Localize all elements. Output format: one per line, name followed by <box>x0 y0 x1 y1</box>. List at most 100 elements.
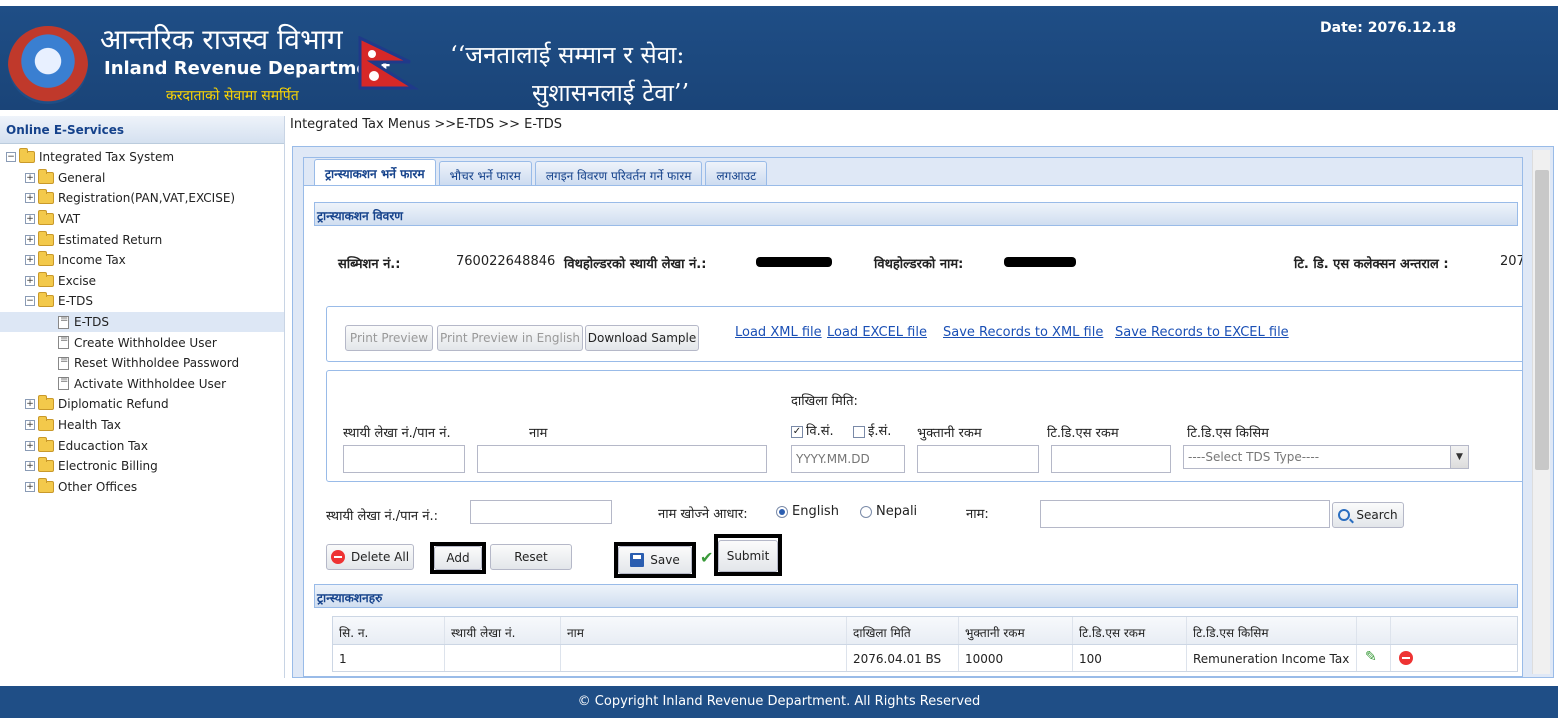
col-tds-amount[interactable]: टि.डि.एस रकम <box>1073 617 1187 644</box>
payment-input[interactable] <box>917 445 1039 473</box>
sidebar-item-label: General <box>58 170 106 185</box>
sidebar-item-etds[interactable]: E-TDS <box>0 311 284 333</box>
col-name[interactable]: नाम <box>561 617 847 644</box>
delete-row-icon[interactable] <box>1391 645 1425 671</box>
tab-transaction-form[interactable]: ट्रान्स्याकशन भर्ने फारम <box>314 159 436 185</box>
sidebar-item-etds-group[interactable]: − E-TDS <box>0 291 284 312</box>
current-date: Date: 2076.12.18 <box>1320 20 1457 36</box>
search-pan-label: स्थायी लेखा नं./पान नं.: <box>326 509 439 524</box>
folder-icon <box>38 436 54 452</box>
add-button[interactable]: Add <box>434 546 482 570</box>
col-sn[interactable]: सि. न. <box>333 617 445 644</box>
tab-change-login[interactable]: लगइन विवरण परिवर्तन गर्ने फारम <box>534 161 703 185</box>
sidebar-item-health-tax[interactable]: + Health Tax <box>0 415 284 436</box>
sidebar-item-electronic-billing[interactable]: + Electronic Billing <box>0 456 284 477</box>
table-row[interactable]: 1 2076.04.01 BS 10000 100 Remuneration I… <box>333 645 1517 671</box>
chevron-down-icon[interactable]: ▼ <box>1450 446 1468 468</box>
ad-option[interactable]: ई.सं. <box>853 421 891 439</box>
expand-icon[interactable]: + <box>25 481 35 492</box>
expand-icon[interactable]: + <box>25 440 35 451</box>
sidebar-item-integrated-tax-system[interactable]: − Integrated Tax System <box>0 147 284 168</box>
name-label: नाम <box>529 426 548 441</box>
sidebar-item-other-offices[interactable]: + Other Offices <box>0 477 284 498</box>
english-radio[interactable] <box>776 505 788 518</box>
delete-all-button[interactable]: Delete All <box>326 544 414 570</box>
load-excel-link[interactable]: Load EXCEL file <box>827 325 927 340</box>
sidebar-item-general[interactable]: + General <box>0 168 284 189</box>
save-label: Save <box>650 553 680 567</box>
col-tds-type[interactable]: टि.डि.एस किसिम <box>1187 617 1357 644</box>
sidebar-item-reset-withholdee-password[interactable]: Reset Withholdee Password <box>0 353 284 374</box>
expand-icon[interactable]: + <box>25 214 35 225</box>
sidebar-item-education-tax[interactable]: + Educaction Tax <box>0 435 284 456</box>
folder-icon <box>38 189 54 205</box>
name-input[interactable] <box>477 445 767 473</box>
search-button[interactable]: Search <box>1332 502 1404 528</box>
folder-open-icon <box>19 148 35 164</box>
sidebar-item-registration[interactable]: + Registration(PAN,VAT,EXCISE) <box>0 188 284 209</box>
expand-icon[interactable]: + <box>25 255 35 266</box>
pan-input[interactable] <box>343 445 465 473</box>
department-title-english: Inland Revenue Department <box>104 58 390 79</box>
search-pan-input[interactable] <box>470 500 612 524</box>
sidebar-item-estimated-return[interactable]: + Estimated Return <box>0 229 284 250</box>
pan-label: स्थायी लेखा नं./पान नं. <box>343 426 451 441</box>
bs-label: वि.सं. <box>806 424 834 439</box>
col-payment[interactable]: भुक्तानी रकम <box>959 617 1073 644</box>
save-excel-link[interactable]: Save Records to EXCEL file <box>1115 325 1289 340</box>
main-panel: ट्रान्स्याकशन भर्ने फारम भौचर भर्ने फारम… <box>292 146 1554 678</box>
nepali-radio[interactable] <box>860 505 872 518</box>
folder-icon <box>38 210 54 226</box>
expand-icon[interactable]: + <box>25 172 35 183</box>
submit-button[interactable]: Submit <box>718 540 778 572</box>
sidebar-item-diplomatic-refund[interactable]: + Diplomatic Refund <box>0 394 284 415</box>
sidebar-item-excise[interactable]: + Excise <box>0 271 284 292</box>
english-option[interactable]: English <box>776 504 839 519</box>
tab-logout[interactable]: लगआउट <box>705 161 768 185</box>
expand-icon[interactable]: + <box>25 275 35 286</box>
cell-date: 2076.04.01 BS <box>847 645 959 671</box>
tds-type-select[interactable]: ----Select TDS Type---- ▼ <box>1183 445 1469 469</box>
collapse-icon[interactable]: − <box>6 152 16 163</box>
department-motto: करदाताको सेवामा समर्पित <box>166 88 299 104</box>
transactions-grid: सि. न. स्थायी लेखा नं. नाम दाखिला मिति भ… <box>332 616 1518 672</box>
tab-voucher-form[interactable]: भौचर भर्ने फारम <box>438 161 532 185</box>
col-date[interactable]: दाखिला मिति <box>847 617 959 644</box>
redacted-name <box>1004 257 1076 267</box>
cell-tds-amount: 100 <box>1073 645 1187 671</box>
date-input[interactable] <box>791 445 905 473</box>
download-sample-button[interactable]: Download Sample <box>585 325 699 351</box>
sidebar-item-income-tax[interactable]: + Income Tax <box>0 250 284 271</box>
bs-option[interactable]: ✓ वि.सं. <box>791 421 834 439</box>
sidebar-item-activate-withholdee-user[interactable]: Activate Withholdee User <box>0 374 284 395</box>
save-button[interactable]: Save <box>618 546 692 574</box>
sidebar-item-create-withholdee-user[interactable]: Create Withholdee User <box>0 332 284 353</box>
save-icon <box>630 553 645 567</box>
print-preview-english-button[interactable]: Print Preview in English <box>437 325 583 351</box>
collapse-icon[interactable]: − <box>25 296 35 307</box>
expand-icon[interactable]: + <box>25 193 35 204</box>
vertical-scrollbar[interactable] <box>1532 150 1550 674</box>
reset-button[interactable]: Reset <box>490 544 572 570</box>
expand-icon[interactable]: + <box>25 461 35 472</box>
ad-checkbox[interactable] <box>853 425 865 438</box>
nepali-option[interactable]: Nepali <box>860 504 917 519</box>
edit-pencil-icon[interactable]: ✎ <box>1357 645 1391 671</box>
tds-type-selected: ----Select TDS Type---- <box>1188 450 1320 464</box>
sidebar-tree: − Integrated Tax System + General + Regi… <box>0 144 284 497</box>
sidebar-item-vat[interactable]: + VAT <box>0 209 284 230</box>
save-xml-link[interactable]: Save Records to XML file <box>943 325 1103 340</box>
nepali-label: Nepali <box>876 504 918 519</box>
load-xml-link[interactable]: Load XML file <box>735 325 822 340</box>
bs-checkbox[interactable]: ✓ <box>791 425 803 438</box>
expand-icon[interactable]: + <box>25 399 35 410</box>
expand-icon[interactable]: + <box>25 420 35 431</box>
search-name-input[interactable] <box>1040 500 1330 528</box>
scrollbar-thumb[interactable] <box>1535 170 1549 470</box>
col-pan[interactable]: स्थायी लेखा नं. <box>445 617 561 644</box>
site-header: आन्तरिक राजस्व विभाग Inland Revenue Depa… <box>0 0 1558 110</box>
expand-icon[interactable]: + <box>25 234 35 245</box>
print-preview-button[interactable]: Print Preview <box>345 325 433 351</box>
document-icon <box>58 355 69 370</box>
tds-amount-input[interactable] <box>1051 445 1171 473</box>
